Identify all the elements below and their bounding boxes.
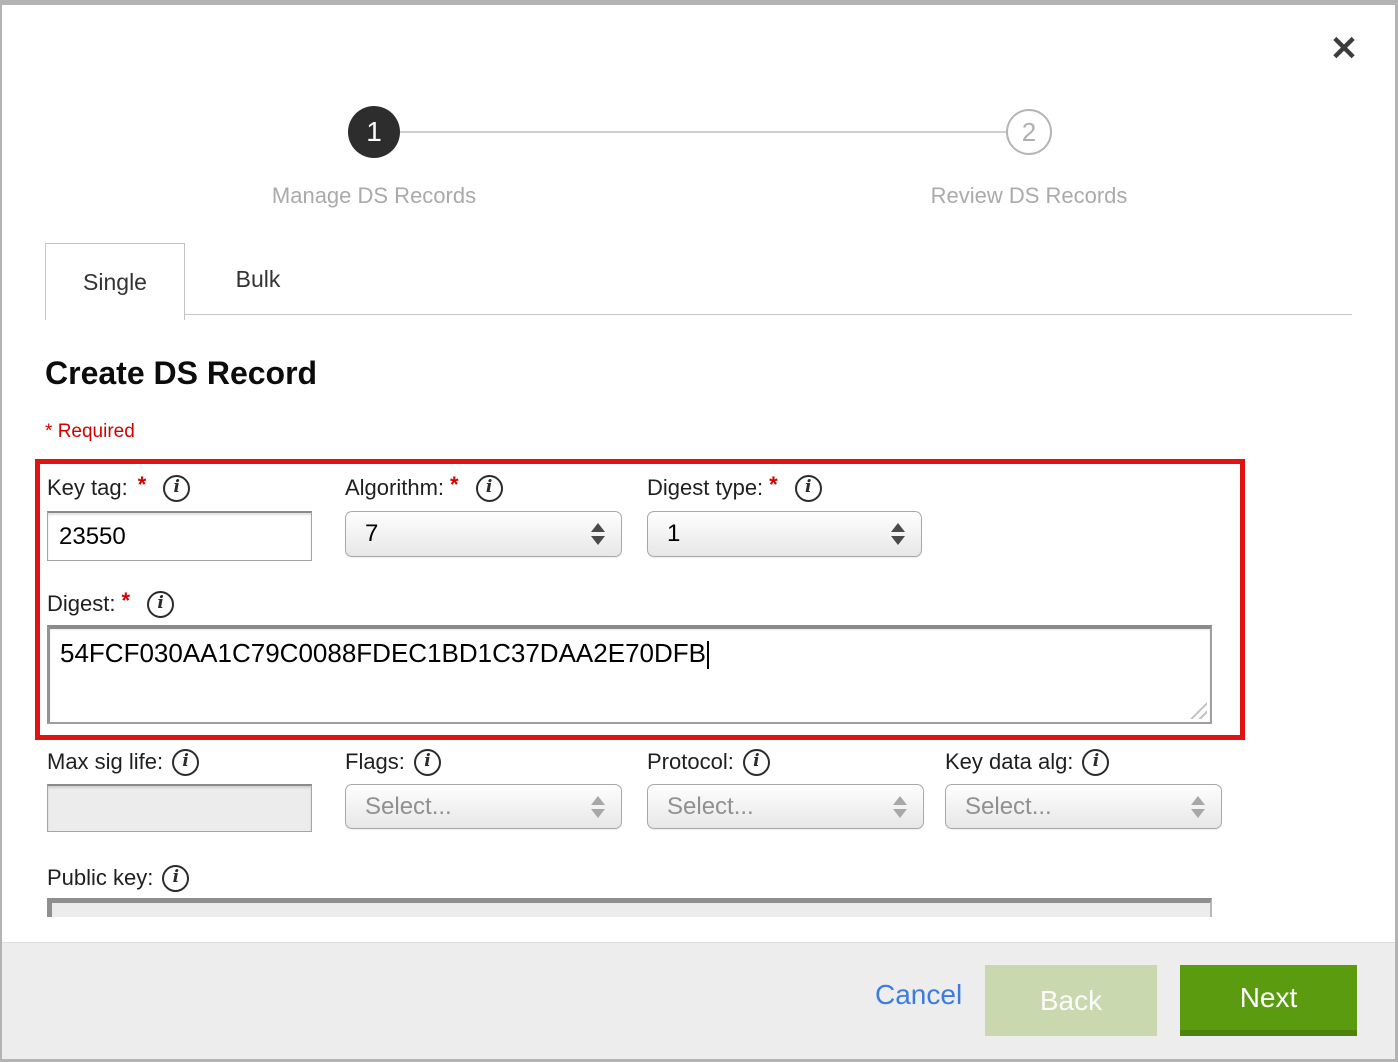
- digest-type-label: Digest type:: [647, 475, 763, 501]
- key-tag-input[interactable]: 23550: [47, 511, 312, 561]
- key-tag-required-marker: *: [138, 472, 147, 498]
- text-caret: [707, 641, 709, 669]
- digest-textarea[interactable]: 54FCF030AA1C79C0088FDEC1BD1C37DAA2E70DFB: [47, 625, 1212, 724]
- public-key-label: Public key:: [47, 865, 153, 891]
- protocol-placeholder: Select...: [667, 793, 754, 821]
- select-arrows-icon: [591, 796, 605, 818]
- algorithm-required-marker: *: [450, 472, 459, 498]
- tab-bar: Single Bulk: [45, 243, 1352, 321]
- stepper-step-2-number: 2: [1022, 117, 1036, 148]
- digest-type-info-icon[interactable]: i: [795, 475, 822, 502]
- tab-single[interactable]: Single: [45, 243, 185, 320]
- algorithm-label-row: Algorithm: * i: [345, 471, 503, 505]
- key-data-alg-select[interactable]: Select...: [945, 784, 1222, 829]
- algorithm-select[interactable]: 7: [345, 511, 622, 557]
- close-icon[interactable]: ✕: [1324, 29, 1364, 69]
- digest-value: 54FCF030AA1C79C0088FDEC1BD1C37DAA2E70DFB: [60, 638, 706, 668]
- stepper-step-1-label: Manage DS Records: [214, 183, 534, 209]
- key-data-alg-info-icon[interactable]: i: [1082, 749, 1109, 776]
- select-arrows-icon: [1191, 796, 1205, 818]
- flags-label-row: Flags: i: [345, 745, 441, 779]
- protocol-info-icon[interactable]: i: [743, 749, 770, 776]
- algorithm-selected-value: 7: [365, 520, 378, 548]
- max-sig-life-label: Max sig life:: [47, 749, 163, 775]
- key-data-alg-placeholder: Select...: [965, 793, 1052, 821]
- required-marker: *: [45, 421, 52, 442]
- stepper-step-2-circle: 2: [1006, 109, 1052, 155]
- required-note-text: Required: [58, 421, 135, 442]
- flags-select[interactable]: Select...: [345, 784, 622, 829]
- digest-label: Digest:: [47, 591, 115, 617]
- protocol-label: Protocol:: [647, 749, 734, 775]
- public-key-textarea[interactable]: [47, 898, 1212, 917]
- cancel-button[interactable]: Cancel: [875, 979, 962, 1011]
- max-sig-life-input[interactable]: [47, 784, 312, 832]
- required-note: * Required: [45, 421, 135, 443]
- stepper-step-1-number: 1: [366, 116, 382, 148]
- protocol-select[interactable]: Select...: [647, 784, 924, 829]
- public-key-info-icon[interactable]: i: [162, 865, 189, 892]
- digest-info-icon[interactable]: i: [147, 591, 174, 618]
- digest-label-row: Digest: * i: [47, 587, 174, 621]
- key-tag-label: Key tag:: [47, 475, 128, 501]
- stepper-step-2-label: Review DS Records: [869, 183, 1189, 209]
- resize-handle-icon[interactable]: [1190, 702, 1207, 719]
- stepper-connector-line: [400, 131, 1008, 133]
- key-data-alg-label-row: Key data alg: i: [945, 745, 1109, 779]
- key-tag-value: 23550: [59, 523, 126, 551]
- select-arrows-icon: [891, 523, 905, 545]
- ds-record-modal: ✕ 1 2 Manage DS Records Review DS Record…: [0, 0, 1398, 1062]
- digest-type-required-marker: *: [769, 472, 778, 498]
- max-sig-life-label-row: Max sig life: i: [47, 745, 199, 779]
- flags-placeholder: Select...: [365, 793, 452, 821]
- digest-type-label-row: Digest type: * i: [647, 471, 822, 505]
- next-button[interactable]: Next: [1180, 965, 1357, 1036]
- key-tag-info-icon[interactable]: i: [163, 475, 190, 502]
- algorithm-info-icon[interactable]: i: [476, 475, 503, 502]
- select-arrows-icon: [893, 796, 907, 818]
- stepper-step-1-circle: 1: [348, 106, 400, 158]
- max-sig-life-info-icon[interactable]: i: [172, 749, 199, 776]
- page-title: Create DS Record: [45, 355, 317, 392]
- tab-bar-divider: [185, 314, 1352, 315]
- select-arrows-icon: [591, 523, 605, 545]
- algorithm-label: Algorithm:: [345, 475, 444, 501]
- digest-required-marker: *: [121, 588, 130, 614]
- flags-label: Flags:: [345, 749, 405, 775]
- back-button[interactable]: Back: [985, 965, 1157, 1036]
- key-data-alg-label: Key data alg:: [945, 749, 1073, 775]
- key-tag-label-row: Key tag: * i: [47, 471, 190, 505]
- public-key-label-row: Public key: i: [47, 861, 189, 895]
- modal-footer: Cancel Back Next: [2, 942, 1395, 1059]
- digest-type-select[interactable]: 1: [647, 511, 922, 557]
- digest-type-selected-value: 1: [667, 520, 680, 548]
- protocol-label-row: Protocol: i: [647, 745, 770, 779]
- tab-bulk[interactable]: Bulk: [185, 243, 331, 315]
- flags-info-icon[interactable]: i: [414, 749, 441, 776]
